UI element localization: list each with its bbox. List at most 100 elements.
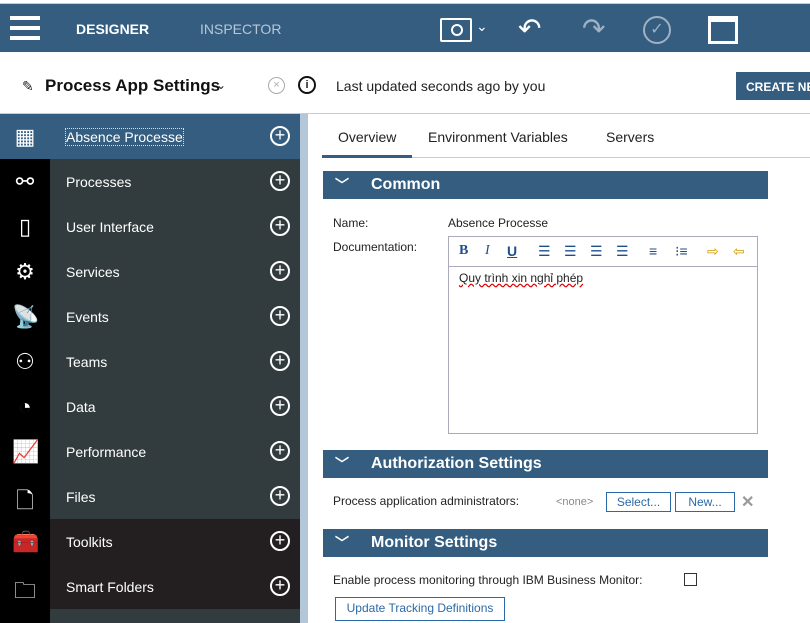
- admins-value: <none>: [556, 496, 594, 508]
- chevron-down-icon: ﹀: [335, 456, 349, 472]
- add-icon[interactable]: +: [270, 261, 290, 281]
- dashboard-icon: ▦: [14, 124, 36, 149]
- bullet-list-icon[interactable]: ⁝≡: [675, 243, 688, 260]
- active-tab-indicator: [322, 155, 412, 158]
- sidebar-item-label: Teams: [66, 354, 108, 370]
- sidebar-item-label: Services: [66, 264, 120, 280]
- indent-icon[interactable]: ⇨: [707, 243, 719, 260]
- sidebar-item-label: Performance: [66, 444, 147, 460]
- new-button[interactable]: New...: [675, 492, 735, 512]
- sidebar-item-user-interface[interactable]: ▯ User Interface +: [0, 204, 300, 249]
- scrollbar[interactable]: [300, 114, 308, 623]
- tab-inspector[interactable]: INSPECTOR: [200, 21, 281, 37]
- justify-icon[interactable]: ☰: [616, 243, 629, 260]
- align-left-icon[interactable]: ☰: [538, 243, 551, 260]
- align-right-icon[interactable]: ☰: [590, 243, 603, 260]
- team-icon: ⚇: [15, 349, 35, 374]
- chevron-down-icon: ﹀: [335, 535, 349, 551]
- name-label: Name:: [333, 216, 369, 230]
- sidebar-item-label: Absence Processe: [65, 128, 184, 146]
- satellite-icon: 📡: [12, 304, 40, 329]
- add-icon[interactable]: +: [270, 216, 290, 236]
- sidebar-item-label: User Interface: [66, 219, 154, 235]
- tab-servers[interactable]: Servers: [606, 129, 654, 145]
- sidebar-item-smart-folders[interactable]: 🗀 Smart Folders +: [0, 564, 300, 609]
- ordered-list-icon[interactable]: ≡: [649, 243, 657, 259]
- update-tracking-button[interactable]: Update Tracking Definitions: [335, 597, 505, 621]
- remove-icon[interactable]: ✕: [741, 492, 754, 512]
- tab-overview[interactable]: Overview: [338, 129, 396, 145]
- redo-icon[interactable]: ↷: [582, 12, 605, 45]
- add-icon[interactable]: +: [270, 531, 290, 551]
- sidebar-item-processes[interactable]: ⚯ Processes +: [0, 159, 300, 204]
- sidebar-item-events[interactable]: 📡 Events +: [0, 294, 300, 339]
- info-icon[interactable]: i: [298, 76, 316, 94]
- page-title[interactable]: Process App Settings: [45, 76, 220, 96]
- undo-icon[interactable]: ↶: [518, 12, 541, 45]
- process-icon: ⚯: [15, 169, 35, 194]
- mobile-icon: ▯: [18, 214, 32, 239]
- pie-icon: ◔: [18, 394, 32, 419]
- underline-icon[interactable]: U: [507, 243, 517, 259]
- edit-icon: ✎: [22, 78, 34, 94]
- run-icon[interactable]: [708, 16, 738, 44]
- sidebar-item-label: Processes: [66, 174, 132, 190]
- section-title: Common: [371, 176, 441, 193]
- admins-label: Process application administrators:: [333, 494, 520, 508]
- section-title: Authorization Settings: [371, 455, 542, 472]
- sidebar-item-data[interactable]: ◔ Data +: [0, 384, 300, 429]
- sidebar-item-label: Toolkits: [66, 534, 113, 550]
- name-value: Absence Processe: [448, 216, 549, 230]
- sidebar-item-absence-processe[interactable]: ▦ Absence Processe +: [0, 114, 300, 159]
- snapshot-icon[interactable]: [440, 18, 472, 42]
- sidebar-item-toolkits[interactable]: 🧰 Toolkits +: [0, 519, 300, 564]
- menu-icon[interactable]: [10, 16, 40, 42]
- validate-icon[interactable]: ✓: [643, 16, 671, 44]
- gear-icon: ⚙: [15, 259, 35, 284]
- editor-toolbar: B I U ☰ ☰ ☰ ☰ ≡ ⁝≡ ⇨ ⇦: [449, 237, 757, 267]
- documentation-editor[interactable]: B I U ☰ ☰ ☰ ☰ ≡ ⁝≡ ⇨ ⇦ Quy trình xin ngh…: [448, 236, 758, 434]
- tab-designer[interactable]: DESIGNER: [76, 21, 149, 37]
- add-icon[interactable]: +: [270, 351, 290, 371]
- toolbox-icon: 🧰: [12, 529, 40, 554]
- create-new-button[interactable]: CREATE NEW: [736, 72, 810, 100]
- top-bar: DESIGNER INSPECTOR ⌄ ↶ ↷ ✓: [0, 3, 810, 52]
- sidebar-item-teams[interactable]: ⚇ Teams +: [0, 339, 300, 384]
- sidebar-item-performance[interactable]: 📈 Performance +: [0, 429, 300, 474]
- authorization-section-header[interactable]: ﹀ Authorization Settings: [323, 450, 768, 478]
- monitor-label: Enable process monitoring through IBM Bu…: [333, 573, 643, 587]
- align-center-icon[interactable]: ☰: [564, 243, 577, 260]
- sidebar-item-services[interactable]: ⚙ Services +: [0, 249, 300, 294]
- sidebar-item-files[interactable]: 🗋 Files +: [0, 474, 300, 519]
- sub-header: ✎ Process App Settings ⌄ × i Last update…: [0, 52, 810, 114]
- add-icon[interactable]: +: [270, 486, 290, 506]
- folder-icon: 🗀: [13, 578, 36, 603]
- status-text: Last updated seconds ago by you: [336, 78, 546, 94]
- select-button[interactable]: Select...: [606, 492, 671, 512]
- chevron-down-icon: ﹀: [335, 177, 349, 193]
- tab-bar: Overview Environment Variables Servers: [322, 114, 810, 158]
- sidebar-item-label: Files: [66, 489, 96, 505]
- close-icon[interactable]: ×: [268, 77, 285, 94]
- bold-icon[interactable]: B: [459, 243, 468, 259]
- documentation-text[interactable]: Quy trình xin nghỉ phép: [449, 267, 757, 289]
- outdent-icon[interactable]: ⇦: [733, 243, 745, 260]
- sidebar-item-label: Data: [66, 399, 96, 415]
- add-icon[interactable]: +: [270, 126, 290, 146]
- documentation-label: Documentation:: [333, 240, 418, 254]
- common-section-header[interactable]: ﹀ Common: [323, 171, 768, 199]
- chart-icon: 📈: [12, 439, 40, 464]
- chevron-down-icon[interactable]: ⌄: [476, 18, 488, 35]
- add-icon[interactable]: +: [270, 441, 290, 461]
- add-icon[interactable]: +: [270, 396, 290, 416]
- italic-icon[interactable]: I: [485, 243, 490, 259]
- sidebar-item-label: Events: [66, 309, 109, 325]
- add-icon[interactable]: +: [270, 576, 290, 596]
- monitor-section-header[interactable]: ﹀ Monitor Settings: [323, 529, 768, 557]
- add-icon[interactable]: +: [270, 306, 290, 326]
- monitor-checkbox[interactable]: [684, 573, 697, 586]
- tab-environment-variables[interactable]: Environment Variables: [428, 129, 568, 145]
- chevron-down-icon[interactable]: ⌄: [216, 78, 226, 92]
- sidebar-item-label: Smart Folders: [66, 579, 154, 595]
- add-icon[interactable]: +: [270, 171, 290, 191]
